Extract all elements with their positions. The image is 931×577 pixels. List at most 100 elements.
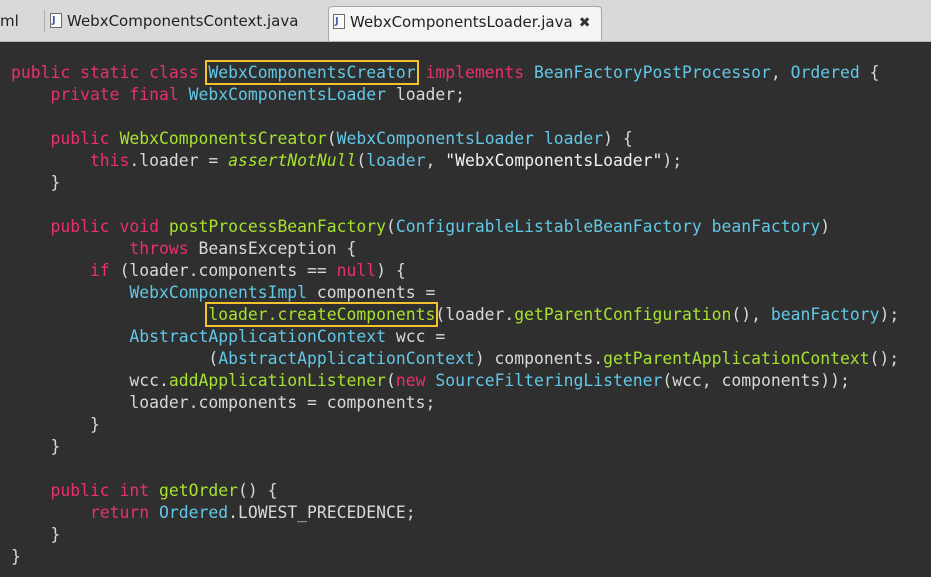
code-line: }	[11, 172, 60, 194]
code-token: new	[395, 371, 436, 390]
code-token: ConfigurableListableBeanFactory	[395, 217, 702, 236]
code-token: ,	[770, 63, 791, 82]
java-file-icon	[50, 6, 62, 36]
code-token: (	[11, 349, 219, 368]
code-line: return Ordered.LOWEST_PRECEDENCE;	[11, 502, 416, 524]
code-token: private final	[11, 85, 189, 104]
code-token: AbstractApplicationContext	[218, 349, 475, 368]
code-token: (loader.	[435, 305, 515, 324]
code-token: public	[11, 129, 120, 148]
code-token: (	[356, 151, 367, 170]
code-token: ) {	[376, 261, 406, 280]
code-token: WebxComponentsLoader	[188, 85, 386, 104]
code-token: );	[879, 305, 900, 324]
code-token: WebxComponentsLoader	[336, 129, 535, 148]
code-line: }	[11, 546, 21, 568]
highlighted-method-call: loader.createComponents	[205, 302, 439, 327]
code-token: public static class	[11, 63, 209, 82]
code-token: return	[11, 503, 160, 522]
code-token: postProcessBeanFactory	[168, 217, 386, 236]
code-line: if (loader.components == null) {	[11, 260, 406, 282]
code-line: }	[11, 524, 60, 546]
code-token: ) components.	[474, 349, 604, 368]
code-token: (	[386, 217, 396, 236]
code-token: (	[326, 129, 337, 148]
code-token: (loader.components ==	[119, 261, 337, 280]
tab-partial[interactable]: ml	[0, 6, 30, 36]
code-line: loader.createComponents(loader.getParent…	[11, 302, 900, 327]
code-token: Ordered	[159, 503, 229, 522]
code-line: public WebxComponentsCreator(WebxCompone…	[11, 128, 633, 150]
code-token: implements	[415, 63, 535, 82]
tab-label: ml	[0, 12, 19, 30]
code-token: public void	[11, 217, 169, 236]
code-line: wcc.addApplicationListener(new SourceFil…	[11, 370, 850, 392]
code-token: getParentConfiguration	[514, 305, 732, 324]
code-token: assertNotNull	[228, 151, 357, 170]
code-token: WebxComponentsImpl	[129, 283, 308, 302]
code-token: BeansException {	[198, 239, 357, 258]
code-line: loader.components = components;	[11, 392, 435, 414]
code-line: (AbstractApplicationContext) components.…	[11, 348, 899, 370]
code-token: getOrder	[159, 481, 238, 500]
code-token: beanFactory	[701, 217, 821, 236]
code-token: beanFactory	[770, 305, 880, 324]
code-line: public void postProcessBeanFactory(Confi…	[11, 216, 830, 238]
code-token: ,	[425, 151, 446, 170]
code-token: }	[11, 547, 21, 566]
code-token: }	[11, 437, 61, 456]
code-line: private final WebxComponentsLoader loade…	[11, 84, 465, 106]
code-token: wcc.	[11, 371, 169, 390]
code-token: loader	[534, 129, 604, 148]
code-token: if	[11, 261, 120, 280]
code-token: "WebxComponentsLoader"	[445, 151, 663, 170]
code-token: this	[11, 151, 130, 170]
code-line: WebxComponentsImpl components =	[11, 282, 435, 304]
code-token: getParentApplicationContext	[603, 349, 870, 368]
highlighted-class-name: WebxComponentsCreator	[205, 60, 419, 85]
code-line: }	[11, 436, 60, 458]
code-line: public int getOrder() {	[11, 480, 277, 502]
tab-label: WebxComponentsContext.java	[67, 12, 299, 30]
code-token: loader.components = components;	[11, 393, 436, 412]
code-token: WebxComponentsCreator	[119, 129, 327, 148]
tab-webxcomponentsloader[interactable]: WebxComponentsLoader.java ✖	[328, 6, 602, 41]
close-icon[interactable]: ✖	[579, 8, 591, 38]
code-line: }	[11, 414, 100, 436]
java-file-icon	[333, 7, 345, 37]
code-token: throws	[11, 239, 199, 258]
code-token: SourceFilteringListener	[435, 371, 663, 390]
code-line: this.loader = assertNotNull(loader, "Web…	[11, 150, 682, 172]
code-token: wcc =	[386, 327, 446, 346]
code-token: .loader =	[129, 151, 229, 170]
code-token: (wcc, components));	[662, 371, 850, 390]
code-token: }	[11, 173, 61, 192]
tab-label: WebxComponentsLoader.java	[350, 13, 573, 31]
code-token: loader	[366, 151, 426, 170]
code-line: AbstractApplicationContext wcc =	[11, 326, 445, 348]
code-token: (	[386, 371, 396, 390]
code-token: loader;	[386, 85, 465, 104]
tab-webxcomponentscontext[interactable]: WebxComponentsContext.java	[46, 6, 328, 36]
code-token: {	[859, 63, 880, 82]
tab-separator	[44, 10, 45, 32]
code-token: }	[11, 415, 100, 434]
code-token: null	[336, 261, 377, 280]
code-line: public static class WebxComponentsCreato…	[11, 60, 880, 85]
code-token: }	[11, 525, 61, 544]
code-token: AbstractApplicationContext	[129, 327, 386, 346]
code-token: (),	[731, 305, 771, 324]
code-line: throws BeansException {	[11, 238, 356, 260]
code-token: addApplicationListener	[168, 371, 386, 390]
code-editor[interactable]: public static class WebxComponentsCreato…	[0, 42, 931, 577]
code-token: components =	[307, 283, 436, 302]
code-token: public int	[11, 481, 160, 500]
code-token: ) {	[603, 129, 633, 148]
code-token: .LOWEST_PRECEDENCE;	[228, 503, 416, 522]
editor-tab-bar: ml WebxComponentsContext.java WebxCompon…	[0, 0, 931, 42]
code-token: () {	[237, 481, 278, 500]
code-token: ();	[869, 349, 900, 368]
